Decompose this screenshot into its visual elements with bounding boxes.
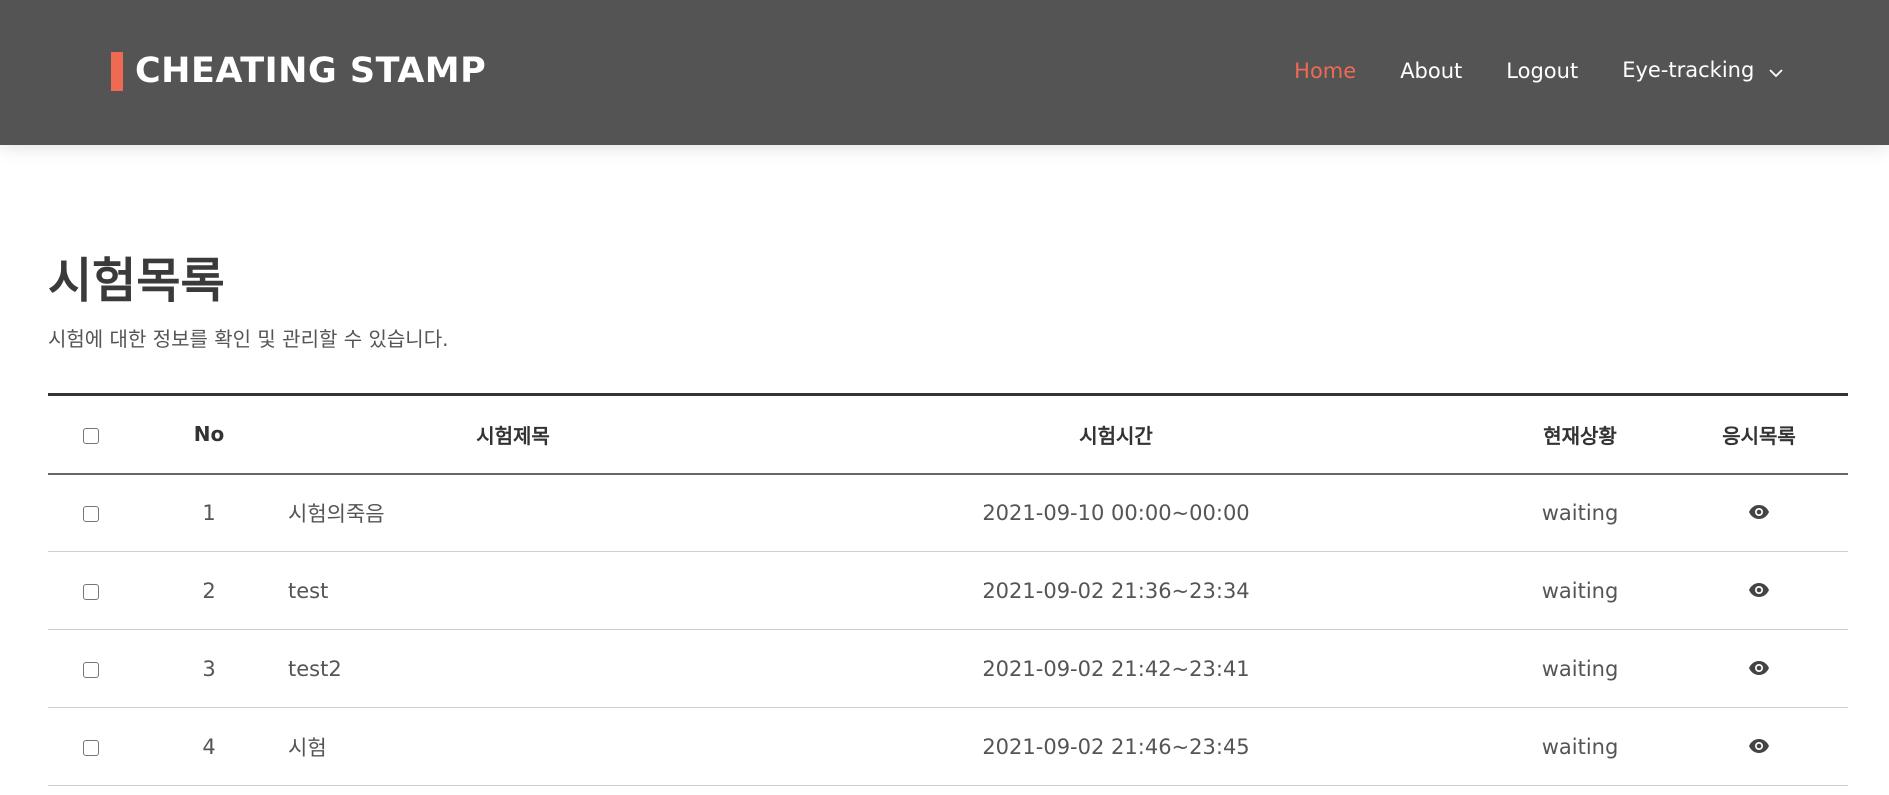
exam-table: No 시험제목 시험시간 현재상황 응시목록 1 시험의죽음 2021-09-1… <box>48 393 1848 786</box>
page-title: 시험목록 <box>48 253 225 309</box>
main-nav: Home About Logout Eye-tracking <box>1250 56 1783 85</box>
row-status: waiting <box>1490 629 1670 708</box>
nav-item-home[interactable]: Home <box>1294 57 1356 85</box>
brand-name: CHEATING STAMP <box>135 51 487 91</box>
table-row: 2 test 2021-09-02 21:36~23:34 waiting <box>48 551 1848 630</box>
row-status: waiting <box>1490 473 1670 552</box>
eye-icon[interactable] <box>1748 735 1770 759</box>
row-checkbox[interactable] <box>83 661 99 678</box>
logo-accent-bar <box>111 51 123 91</box>
nav-item-eye-tracking[interactable]: Eye-tracking <box>1622 56 1783 85</box>
nav-item-about[interactable]: About <box>1400 57 1462 85</box>
row-time: 2021-09-02 21:46~23:45 <box>742 707 1490 786</box>
chevron-down-icon <box>1769 57 1783 85</box>
table-row: 4 시험 2021-09-02 21:46~23:45 waiting <box>48 707 1848 786</box>
nav-item-eye-tracking-label: Eye-tracking <box>1622 58 1755 82</box>
table-row: 3 test2 2021-09-02 21:42~23:41 waiting <box>48 629 1848 708</box>
row-status: waiting <box>1490 707 1670 786</box>
row-status: waiting <box>1490 551 1670 630</box>
column-header-attendees: 응시목록 <box>1670 394 1848 475</box>
row-no: 1 <box>134 473 284 552</box>
row-checkbox[interactable] <box>83 583 99 600</box>
page-description: 시험에 대한 정보를 확인 및 관리할 수 있습니다. <box>48 327 449 351</box>
row-no: 2 <box>134 551 284 630</box>
row-select-cell <box>48 473 134 552</box>
row-view-cell <box>1670 551 1848 630</box>
column-header-title: 시험제목 <box>284 394 742 475</box>
row-select-cell <box>48 629 134 708</box>
row-time: 2021-09-10 00:00~00:00 <box>742 473 1490 552</box>
table-row: 1 시험의죽음 2021-09-10 00:00~00:00 waiting <box>48 473 1848 552</box>
row-select-cell <box>48 551 134 630</box>
row-view-cell <box>1670 629 1848 708</box>
select-all-checkbox[interactable] <box>83 427 99 444</box>
row-checkbox[interactable] <box>83 505 99 522</box>
row-no: 3 <box>134 629 284 708</box>
row-title[interactable]: test2 <box>284 629 742 708</box>
row-no: 4 <box>134 707 284 786</box>
site-header: CHEATING STAMP Home About Logout Eye-tra… <box>0 0 1889 145</box>
row-view-cell <box>1670 707 1848 786</box>
eye-icon[interactable] <box>1748 501 1770 525</box>
brand-logo[interactable]: CHEATING STAMP <box>111 51 486 91</box>
exam-table-container: No 시험제목 시험시간 현재상황 응시목록 1 시험의죽음 2021-09-1… <box>48 393 1848 786</box>
select-all-header <box>48 394 134 475</box>
row-title[interactable]: 시험 <box>284 707 742 786</box>
eye-icon[interactable] <box>1748 657 1770 681</box>
row-select-cell <box>48 707 134 786</box>
column-header-status: 현재상황 <box>1490 394 1670 475</box>
row-title[interactable]: test <box>284 551 742 630</box>
row-view-cell <box>1670 473 1848 552</box>
row-checkbox[interactable] <box>83 739 99 756</box>
column-header-no: No <box>134 394 284 475</box>
row-time: 2021-09-02 21:36~23:34 <box>742 551 1490 630</box>
row-title[interactable]: 시험의죽음 <box>284 473 742 552</box>
eye-icon[interactable] <box>1748 579 1770 603</box>
row-time: 2021-09-02 21:42~23:41 <box>742 629 1490 708</box>
column-header-time: 시험시간 <box>742 394 1490 475</box>
table-header-row: No 시험제목 시험시간 현재상황 응시목록 <box>48 394 1848 475</box>
nav-item-logout[interactable]: Logout <box>1506 57 1578 85</box>
